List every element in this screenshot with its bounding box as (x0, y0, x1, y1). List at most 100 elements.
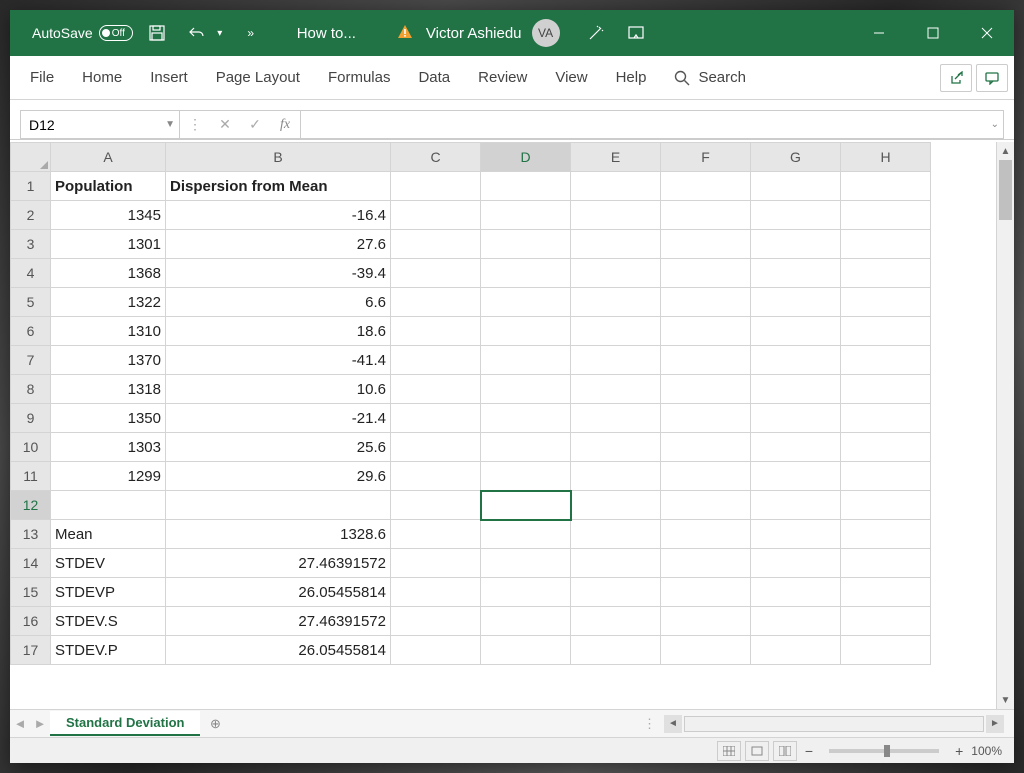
cell-D17[interactable] (481, 636, 571, 665)
cell-F1[interactable] (661, 172, 751, 201)
comments-button[interactable] (976, 64, 1008, 92)
cell-A10[interactable]: 1303 (51, 433, 166, 462)
cell-H9[interactable] (841, 404, 931, 433)
row-header-6[interactable]: 6 (11, 317, 51, 346)
cell-C6[interactable] (391, 317, 481, 346)
row-header-16[interactable]: 16 (11, 607, 51, 636)
cell-D7[interactable] (481, 346, 571, 375)
cell-D8[interactable] (481, 375, 571, 404)
cell-B12[interactable] (166, 491, 391, 520)
tab-nav-prev[interactable]: ◄ (10, 716, 30, 731)
cell-G7[interactable] (751, 346, 841, 375)
minimize-button[interactable] (852, 10, 906, 56)
cell-A3[interactable]: 1301 (51, 230, 166, 259)
cell-A17[interactable]: STDEV.P (51, 636, 166, 665)
insert-function-button[interactable]: fx (270, 117, 300, 133)
cell-H7[interactable] (841, 346, 931, 375)
cell-H13[interactable] (841, 520, 931, 549)
cell-B8[interactable]: 10.6 (166, 375, 391, 404)
column-header-A[interactable]: A (51, 143, 166, 172)
cell-H11[interactable] (841, 462, 931, 491)
cell-F17[interactable] (661, 636, 751, 665)
expand-formula-icon[interactable]: ⌄ (991, 119, 999, 130)
cell-G8[interactable] (751, 375, 841, 404)
cell-D14[interactable] (481, 549, 571, 578)
cell-F15[interactable] (661, 578, 751, 607)
cell-D3[interactable] (481, 230, 571, 259)
cell-D12[interactable] (481, 491, 571, 520)
sheet-tab-active[interactable]: Standard Deviation (50, 711, 200, 736)
row-header-7[interactable]: 7 (11, 346, 51, 375)
cell-G17[interactable] (751, 636, 841, 665)
cell-D6[interactable] (481, 317, 571, 346)
user-avatar[interactable]: VA (532, 19, 560, 47)
cell-C5[interactable] (391, 288, 481, 317)
undo-icon[interactable] (181, 17, 213, 49)
cell-B9[interactable]: -21.4 (166, 404, 391, 433)
add-sheet-button[interactable]: ⊕ (200, 716, 230, 732)
hscroll-right-icon[interactable]: ► (986, 715, 1004, 733)
cell-H8[interactable] (841, 375, 931, 404)
cell-A4[interactable]: 1368 (51, 259, 166, 288)
cell-B4[interactable]: -39.4 (166, 259, 391, 288)
cell-B10[interactable]: 25.6 (166, 433, 391, 462)
cell-G14[interactable] (751, 549, 841, 578)
cell-E9[interactable] (571, 404, 661, 433)
autosave-toggle[interactable]: AutoSave Off (32, 25, 133, 41)
column-header-F[interactable]: F (661, 143, 751, 172)
column-header-G[interactable]: G (751, 143, 841, 172)
cell-A1[interactable]: Population (51, 172, 166, 201)
cell-H12[interactable] (841, 491, 931, 520)
cell-A5[interactable]: 1322 (51, 288, 166, 317)
cell-F2[interactable] (661, 201, 751, 230)
cell-B13[interactable]: 1328.6 (166, 520, 391, 549)
cell-F7[interactable] (661, 346, 751, 375)
cell-F16[interactable] (661, 607, 751, 636)
cell-G11[interactable] (751, 462, 841, 491)
cell-H3[interactable] (841, 230, 931, 259)
name-box[interactable]: D12 ▼ (20, 110, 180, 139)
cell-F6[interactable] (661, 317, 751, 346)
cell-E2[interactable] (571, 201, 661, 230)
ribbon-display-icon[interactable] (620, 17, 652, 49)
row-header-15[interactable]: 15 (11, 578, 51, 607)
cell-D2[interactable] (481, 201, 571, 230)
cell-E12[interactable] (571, 491, 661, 520)
cell-C10[interactable] (391, 433, 481, 462)
save-icon[interactable] (141, 17, 173, 49)
cell-E1[interactable] (571, 172, 661, 201)
cell-E16[interactable] (571, 607, 661, 636)
vertical-scrollbar[interactable]: ▲ ▼ (996, 142, 1014, 709)
cell-E5[interactable] (571, 288, 661, 317)
column-header-B[interactable]: B (166, 143, 391, 172)
cell-H4[interactable] (841, 259, 931, 288)
cell-F9[interactable] (661, 404, 751, 433)
cell-F10[interactable] (661, 433, 751, 462)
cell-F12[interactable] (661, 491, 751, 520)
cell-C14[interactable] (391, 549, 481, 578)
namebox-dropdown-icon[interactable]: ▼ (165, 119, 175, 130)
tab-review[interactable]: Review (464, 59, 541, 96)
cell-B2[interactable]: -16.4 (166, 201, 391, 230)
cell-E14[interactable] (571, 549, 661, 578)
cell-E11[interactable] (571, 462, 661, 491)
cell-D9[interactable] (481, 404, 571, 433)
cell-B14[interactable]: 27.46391572 (166, 549, 391, 578)
zoom-slider[interactable] (829, 749, 939, 753)
cell-A6[interactable]: 1310 (51, 317, 166, 346)
cell-E6[interactable] (571, 317, 661, 346)
cell-E15[interactable] (571, 578, 661, 607)
cell-H1[interactable] (841, 172, 931, 201)
cell-G9[interactable] (751, 404, 841, 433)
cell-F4[interactable] (661, 259, 751, 288)
cell-G2[interactable] (751, 201, 841, 230)
cell-H14[interactable] (841, 549, 931, 578)
cell-B1[interactable]: Dispersion from Mean (166, 172, 391, 201)
cell-C3[interactable] (391, 230, 481, 259)
row-header-11[interactable]: 11 (11, 462, 51, 491)
cell-G12[interactable] (751, 491, 841, 520)
cell-D5[interactable] (481, 288, 571, 317)
cell-C12[interactable] (391, 491, 481, 520)
cell-C7[interactable] (391, 346, 481, 375)
cell-D11[interactable] (481, 462, 571, 491)
